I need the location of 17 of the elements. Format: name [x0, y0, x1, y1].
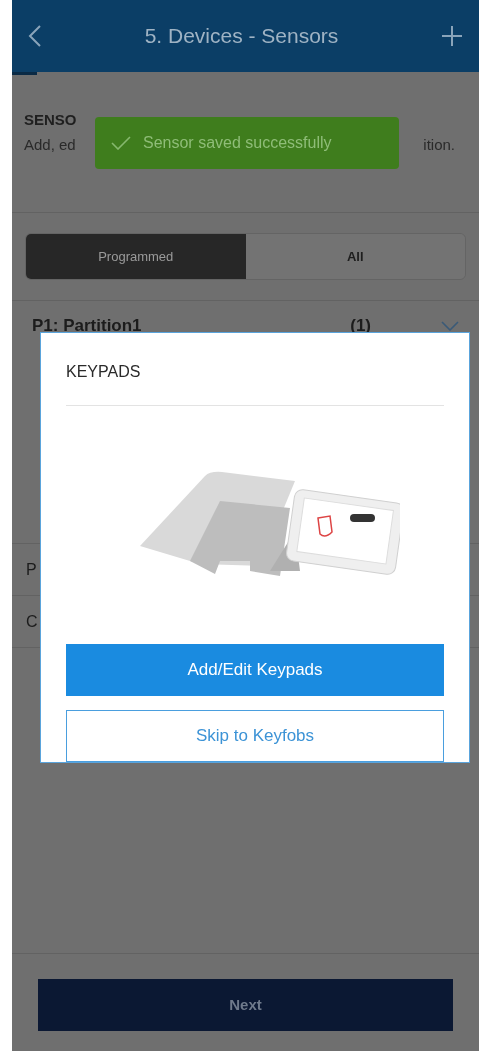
skip-to-keyfobs-button[interactable]: Skip to Keyfobs [66, 710, 444, 762]
dialog-title: KEYPADS [66, 333, 444, 406]
filter-tab[interactable]: Programmed [26, 234, 246, 279]
add-icon[interactable] [441, 25, 463, 47]
check-icon [111, 136, 131, 150]
partition-name: P [26, 559, 37, 580]
filter-tab[interactable]: All [245, 234, 465, 279]
section-description: Add, ed [24, 134, 76, 155]
toast-message: Sensor saved successfully [143, 133, 332, 153]
back-icon[interactable] [28, 24, 42, 48]
next-button[interactable]: Next [38, 979, 453, 1031]
tab-indicator [12, 72, 37, 75]
section-heading: SENSO [24, 110, 78, 130]
section-description: ition. [423, 134, 455, 155]
header-title: 5. Devices - Sensors [143, 23, 340, 50]
add-edit-keypads-button[interactable]: Add/Edit Keypads [66, 644, 444, 696]
partition-name: C [26, 611, 38, 632]
